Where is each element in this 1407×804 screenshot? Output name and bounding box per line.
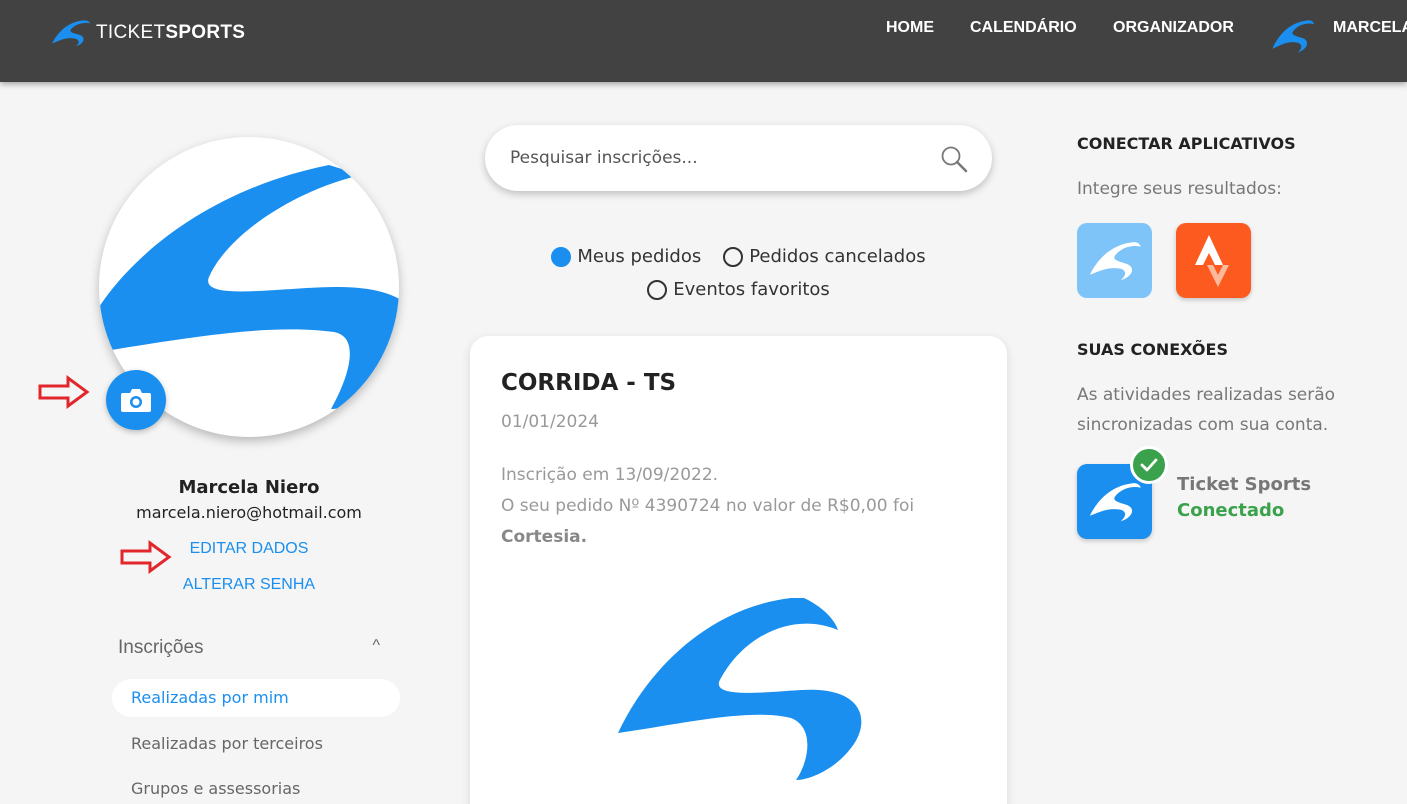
user-name: Marcela Niero (178, 477, 320, 498)
order-card[interactable]: CORRIDA - TS 01/01/2024 Inscrição em 13/… (470, 336, 1007, 804)
brand-wordmark: TICKETSPORTS (96, 22, 246, 43)
strava-app-button[interactable] (1176, 223, 1251, 298)
event-title: CORRIDA - TS (501, 370, 677, 396)
connection-status: Conectado (1177, 500, 1285, 521)
ticketsports-app-icon (1089, 482, 1141, 521)
radio-selected (551, 246, 572, 267)
section-title: Inscrições (118, 637, 204, 658)
search-input[interactable] (510, 143, 910, 173)
connections-text-line: As atividades realizadas serão (1077, 385, 1336, 405)
sidebar-item-my-registrations[interactable]: Realizadas por mim (112, 679, 400, 717)
strava-icon (1194, 234, 1229, 287)
nav-organizador[interactable]: ORGANIZADOR (1113, 19, 1234, 37)
registrations-section-toggle[interactable]: Inscrições ^ (118, 637, 380, 659)
ticketsports-app-icon (1089, 241, 1141, 280)
ticketsports-logo-icon (618, 598, 862, 780)
event-image (616, 598, 866, 792)
nav-calendario[interactable]: CALENDÁRIO (970, 19, 1077, 37)
brand-logo[interactable]: TICKETSPORTS (50, 18, 245, 48)
connect-apps-heading: CONECTAR APLICATIVOS (1077, 134, 1296, 153)
search-box (485, 125, 992, 191)
change-photo-button[interactable] (106, 370, 166, 430)
radio-unselected (647, 279, 668, 300)
connection-name: Ticket Sports (1177, 474, 1312, 495)
nav-home[interactable]: HOME (886, 19, 934, 37)
order-description: O seu pedido Nº 4390724 no valor de R$0,… (501, 496, 915, 516)
order-filter-row: Meus pedidos Pedidos cancelados (470, 246, 1007, 267)
annotation-arrow-icon (38, 375, 90, 409)
registration-date: Inscrição em 13/09/2022. (501, 465, 719, 485)
change-password-link[interactable]: ALTERAR SENHA (0, 576, 498, 594)
event-date: 01/01/2024 (501, 412, 599, 432)
chevron-up-icon: ^ (372, 637, 380, 654)
filter-label: Pedidos cancelados (749, 246, 926, 267)
search-icon[interactable] (940, 145, 968, 177)
radio-unselected (723, 246, 744, 267)
camera-icon (121, 389, 151, 412)
connections-description: As atividades realizadas serão sincroniz… (1077, 380, 1335, 440)
nav-user-menu[interactable]: MARCELA (1333, 19, 1407, 37)
order-info: Inscrição em 13/09/2022. O seu pedido Nº… (501, 460, 971, 553)
ticketsports-logo-icon (52, 20, 91, 47)
connections-text-line: sincronizadas com sua conta. (1077, 415, 1329, 435)
ticketsports-app-button[interactable] (1077, 223, 1152, 298)
sidebar-item-third-party[interactable]: Realizadas por terceiros (112, 725, 400, 763)
filter-label: Eventos favoritos (673, 279, 830, 300)
order-status: Cortesia. (501, 527, 588, 547)
filter-label: Meus pedidos (577, 246, 702, 267)
order-filter-row: Eventos favoritos (470, 279, 1007, 300)
connections-heading: SUAS CONEXÕES (1077, 340, 1228, 359)
edit-profile-link[interactable]: EDITAR DADOS (0, 540, 498, 558)
sidebar-item-groups[interactable]: Grupos e assessorias (112, 770, 400, 804)
check-icon (1130, 446, 1168, 484)
filter-my-orders[interactable]: Meus pedidos (551, 246, 701, 267)
user-email: marcela.niero@hotmail.com (136, 503, 362, 522)
connect-apps-subtitle: Integre seus resultados: (1077, 179, 1282, 199)
user-avatar-icon[interactable] (1270, 16, 1316, 61)
filter-favorite-events[interactable]: Eventos favoritos (647, 279, 830, 300)
filter-cancelled-orders[interactable]: Pedidos cancelados (723, 246, 926, 267)
top-navbar: TICKETSPORTS HOME CALENDÁRIO ORGANIZADOR… (0, 0, 1407, 82)
